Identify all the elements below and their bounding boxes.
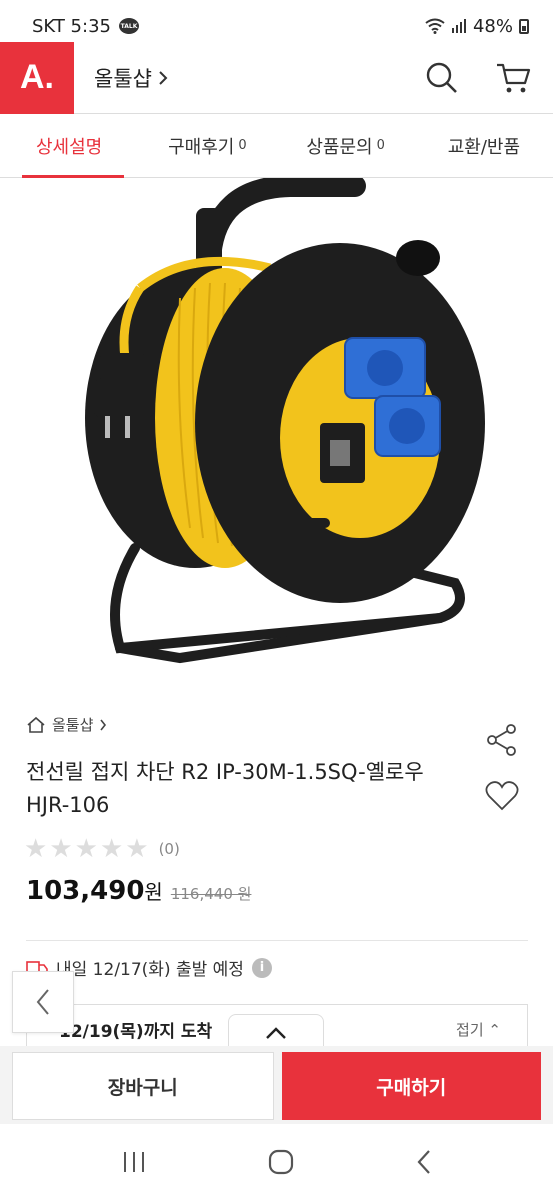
fold-label: 접기 bbox=[456, 1021, 484, 1039]
rating[interactable]: ★ ★ ★ ★ ★ (0) bbox=[24, 835, 180, 863]
brand-logo[interactable]: A. bbox=[0, 41, 74, 114]
product-title: 전선릴 접지 차단 R2 IP-30M-1.5SQ-옐로우 HJR-106 bbox=[26, 760, 424, 817]
wifi-icon bbox=[425, 18, 445, 34]
heart-icon[interactable] bbox=[484, 780, 520, 812]
purchase-bar: 장바구니 구매하기 bbox=[0, 1046, 553, 1124]
tab-label: 상세설명 bbox=[36, 136, 103, 158]
tab-count: 0 bbox=[376, 138, 385, 153]
shipping-text: 내일 12/17(화) 출발 예정 bbox=[56, 960, 244, 980]
product-tabs: 상세설명 구매후기 0 상품문의 0 교환/반품 bbox=[0, 114, 553, 178]
divider bbox=[26, 940, 528, 941]
tab-count: 0 bbox=[238, 138, 247, 153]
delivery-text: 12/19(목)까지 도착 bbox=[59, 1022, 213, 1042]
home-button-icon[interactable] bbox=[268, 1149, 294, 1175]
star-icon: ★ bbox=[99, 834, 124, 864]
tab-exchange-return[interactable]: 교환/반품 bbox=[415, 114, 553, 177]
price-unit: 원 bbox=[144, 880, 163, 904]
chevron-left-icon bbox=[36, 989, 49, 1015]
buy-now-button[interactable]: 구매하기 bbox=[281, 1052, 541, 1120]
price-value: 103,490 bbox=[26, 876, 145, 906]
chevron-right-icon bbox=[100, 719, 107, 730]
tab-reviews[interactable]: 구매후기 0 bbox=[138, 114, 276, 177]
sale-price: 103,490원 bbox=[26, 876, 163, 906]
system-nav-bar bbox=[0, 1124, 553, 1200]
star-icon: ★ bbox=[125, 834, 149, 864]
fold-toggle[interactable]: 접기 ⌃ bbox=[456, 1019, 501, 1040]
info-icon[interactable]: i bbox=[251, 957, 272, 978]
signal-icon bbox=[451, 19, 466, 33]
chevron-right-icon bbox=[159, 70, 168, 85]
back-nav-icon[interactable] bbox=[416, 1149, 432, 1175]
battery-percent: 48% bbox=[472, 15, 513, 37]
collapse-handle[interactable] bbox=[228, 1014, 324, 1050]
tab-label: 구매후기 bbox=[168, 136, 235, 158]
star-icon: ★ bbox=[49, 834, 73, 864]
home-icon bbox=[27, 716, 45, 733]
rating-count: (0) bbox=[158, 840, 180, 858]
breadcrumb[interactable]: 올툴샵 bbox=[26, 714, 107, 735]
price-row: 103,490원 116,440 원 bbox=[26, 876, 251, 906]
star-icon: ★ bbox=[74, 834, 98, 864]
back-button[interactable] bbox=[12, 971, 74, 1033]
breadcrumb-shop: 올툴샵 bbox=[52, 716, 94, 734]
original-price: 116,440 원 bbox=[170, 885, 252, 903]
battery-icon bbox=[519, 18, 529, 34]
tab-label: 교환/반품 bbox=[447, 136, 521, 158]
shop-name: 올툴샵 bbox=[94, 66, 152, 91]
kakaotalk-icon: TALK bbox=[118, 18, 139, 34]
app-header: A. 올툴샵 bbox=[0, 41, 553, 114]
status-time: SKT 5:35 bbox=[32, 15, 111, 37]
shop-link[interactable]: 올툴샵 bbox=[94, 63, 168, 93]
share-icon[interactable] bbox=[484, 722, 520, 758]
search-icon[interactable] bbox=[425, 61, 459, 95]
add-to-cart-button[interactable]: 장바구니 bbox=[12, 1052, 274, 1120]
tab-label: 상품문의 bbox=[306, 136, 373, 158]
chevron-up-icon bbox=[266, 1026, 286, 1039]
star-icon: ★ bbox=[24, 834, 48, 864]
tab-detail[interactable]: 상세설명 bbox=[0, 114, 138, 178]
recent-apps-icon[interactable] bbox=[121, 1150, 147, 1174]
product-image[interactable] bbox=[0, 178, 553, 690]
product-actions bbox=[484, 722, 520, 812]
tab-inquiries[interactable]: 상품문의 0 bbox=[277, 114, 415, 177]
cart-icon[interactable] bbox=[495, 61, 531, 95]
